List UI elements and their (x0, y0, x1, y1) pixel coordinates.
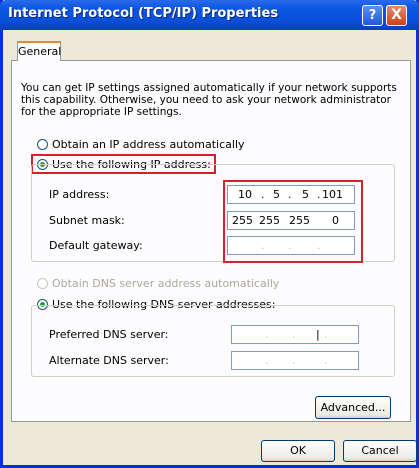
obtain-ip-auto-option[interactable]: Obtain an IP address automatically (37, 138, 245, 151)
ip-address-label: IP address: (49, 188, 110, 201)
tcpip-properties-dialog: Internet Protocol (TCP/IP) Properties ? … (0, 0, 419, 468)
text-cursor: | (316, 328, 320, 341)
dns-dot: . (324, 328, 328, 341)
dns-dot: . (324, 354, 328, 367)
obtain-dns-auto-radio[interactable] (37, 278, 48, 289)
obtain-dns-auto-label: Obtain DNS server address automatically (52, 277, 280, 290)
obtain-ip-auto-label: Obtain an IP address automatically (52, 138, 245, 151)
title-bar[interactable]: Internet Protocol (TCP/IP) Properties ? … (0, 0, 419, 30)
alternate-dns-field[interactable]: . . . (231, 351, 359, 370)
window-title: Internet Protocol (TCP/IP) Properties (8, 6, 279, 21)
dns-dot: . (292, 354, 296, 367)
dns-dot: . (265, 328, 269, 341)
obtain-ip-auto-radio[interactable] (37, 139, 48, 150)
advanced-button[interactable]: Advanced... (315, 396, 391, 419)
alternate-dns-label: Alternate DNS server: (49, 354, 169, 367)
subnet-mask-label: Subnet mask: (49, 214, 125, 227)
cancel-button[interactable]: Cancel (343, 440, 417, 462)
ok-button[interactable]: OK (261, 440, 335, 462)
close-button[interactable]: X (386, 5, 407, 26)
obtain-dns-auto-option[interactable]: Obtain DNS server address automatically (37, 277, 279, 290)
dns-dot: . (265, 354, 269, 367)
default-gateway-label: Default gateway: (49, 239, 143, 252)
description-text: You can get IP settings assigned automat… (21, 82, 397, 118)
highlight-ip-fields (223, 180, 363, 263)
preferred-dns-field[interactable]: . . | . (231, 325, 359, 344)
tab-general[interactable]: General (17, 41, 61, 61)
preferred-dns-label: Preferred DNS server: (49, 328, 169, 341)
dns-dot: . (292, 328, 296, 341)
help-button[interactable]: ? (362, 5, 383, 26)
